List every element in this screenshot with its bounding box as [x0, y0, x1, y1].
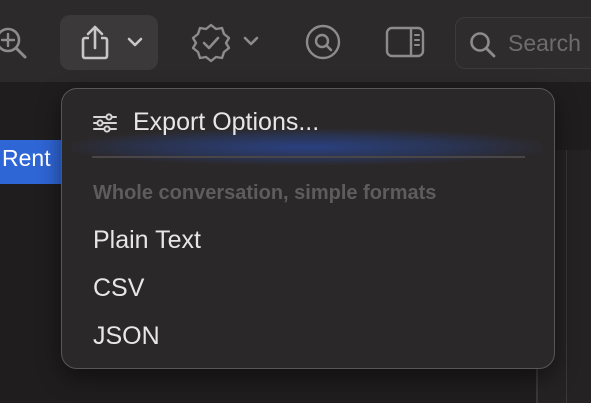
list-item-selected[interactable]: Rent	[0, 140, 66, 184]
sidebar-toggle-icon	[385, 26, 425, 58]
sliders-icon	[93, 113, 117, 133]
list-item-label: Rent	[2, 145, 51, 171]
menu-section-header: Whole conversation, simple formats	[93, 182, 437, 204]
app-window: Rent Export Options... Whole conversatio…	[0, 0, 591, 403]
search-input[interactable]	[508, 28, 591, 58]
zoom-in-icon	[0, 27, 27, 59]
menu-item-label: Export Options...	[133, 108, 320, 136]
menu-item-plain-text[interactable]: Plain Text	[93, 218, 201, 262]
menu-item-json[interactable]: JSON	[93, 314, 160, 358]
search-icon	[470, 32, 496, 58]
toolbar	[0, 0, 591, 82]
share-icon	[81, 25, 109, 60]
divider	[566, 150, 567, 403]
verify-menu-button[interactable]	[190, 22, 270, 63]
menu-item-export-options[interactable]: Export Options...	[62, 101, 554, 145]
chevron-down-icon	[243, 36, 259, 46]
search-field[interactable]	[455, 17, 591, 69]
menu-separator	[92, 156, 525, 158]
share-menu-button[interactable]	[60, 15, 158, 70]
verified-badge-icon	[191, 23, 231, 63]
zoom-in-button[interactable]	[0, 24, 28, 60]
magnifier-icon	[305, 24, 341, 60]
export-menu: Export Options... Whole conversation, si…	[61, 88, 555, 369]
sidebar-toggle-button[interactable]	[383, 24, 427, 60]
menu-item-csv[interactable]: CSV	[93, 266, 144, 310]
magnifier-button[interactable]	[303, 22, 343, 62]
chevron-down-icon	[127, 37, 143, 47]
